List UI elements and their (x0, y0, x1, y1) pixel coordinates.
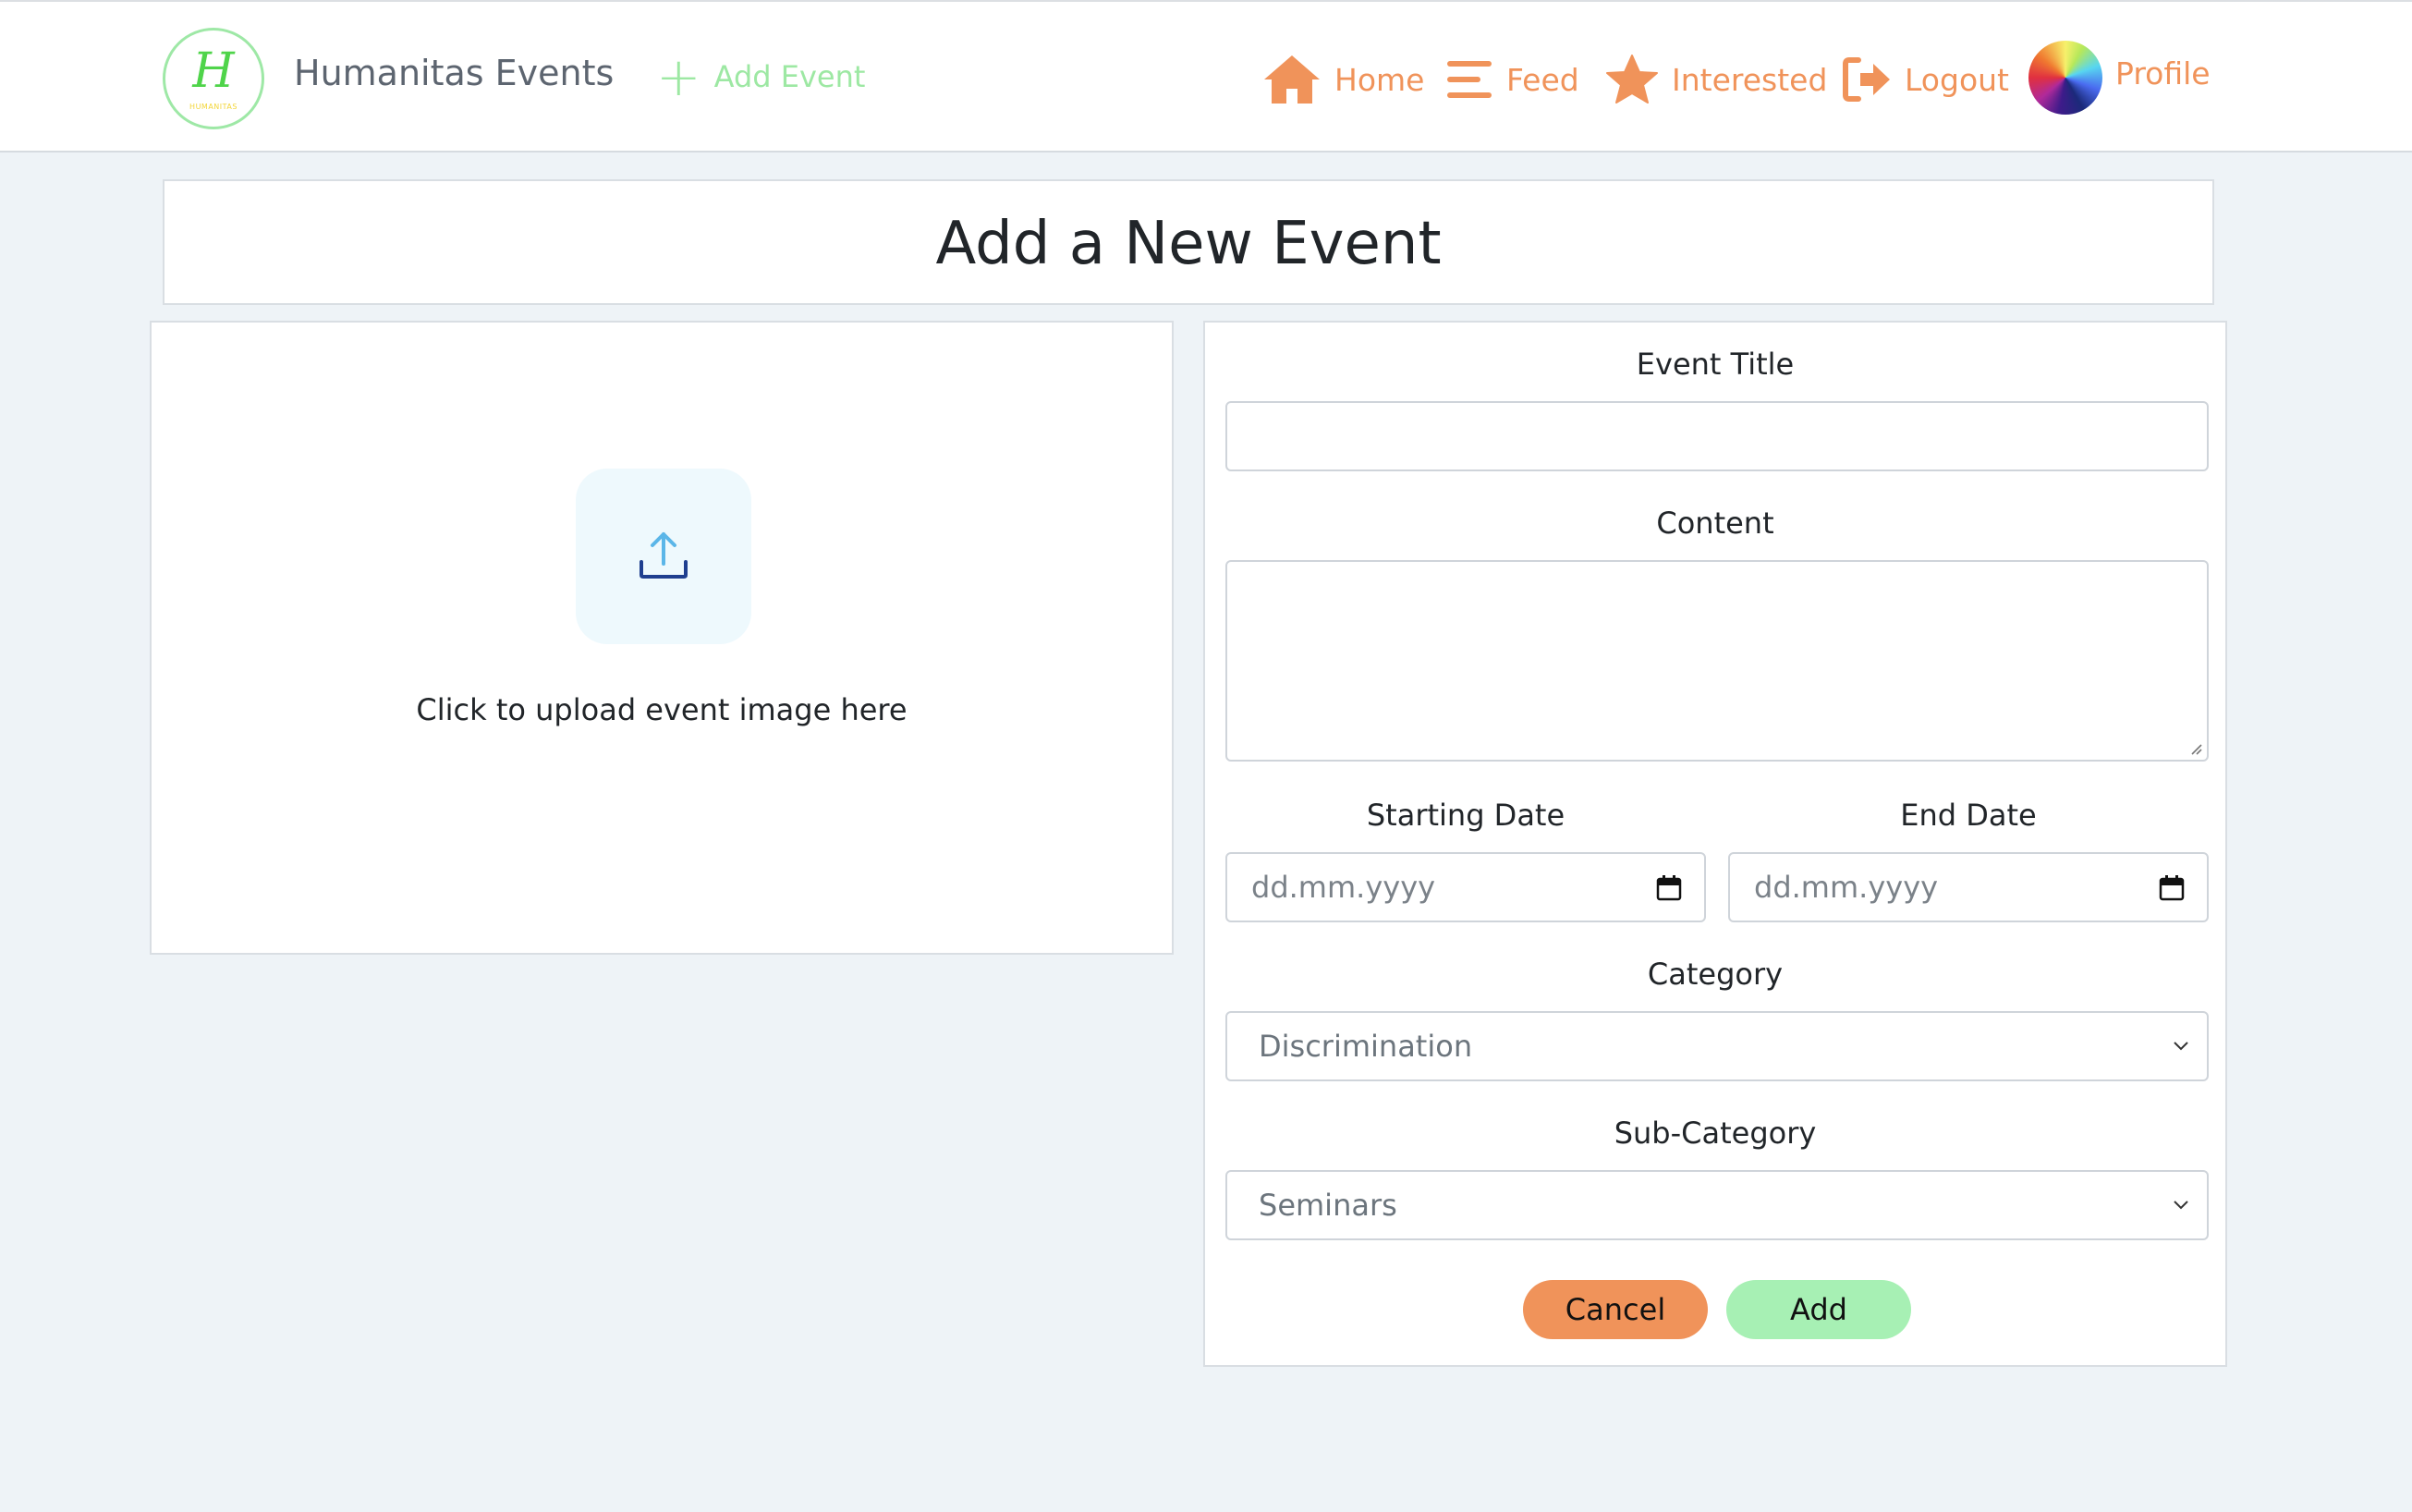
nav-interested[interactable]: Interested (1605, 50, 1827, 109)
plus-icon: + (656, 45, 701, 108)
nav-home-label: Home (1334, 61, 1425, 98)
add-event-label: Add Event (713, 59, 866, 94)
page-title: Add a New Event (935, 210, 1442, 278)
content-textarea[interactable] (1225, 560, 2209, 762)
start-date-input[interactable]: dd.mm.yyyy (1225, 852, 1706, 922)
nav-logout-label: Logout (1905, 61, 2009, 98)
logo-letter: H (192, 43, 235, 99)
resize-grip-icon[interactable] (2188, 741, 2203, 756)
content-label: Content (1656, 506, 1774, 541)
start-date-placeholder: dd.mm.yyyy (1251, 870, 1436, 905)
home-icon (1264, 55, 1320, 104)
chevron-down-icon (2174, 1201, 2188, 1210)
end-date-input[interactable]: dd.mm.yyyy (1728, 852, 2209, 922)
start-date-label: Starting Date (1366, 798, 1565, 833)
brand-name[interactable]: Humanitas Events (294, 53, 614, 93)
upload-instruction: Click to upload event image here (416, 692, 908, 727)
nav-interested-label: Interested (1672, 61, 1828, 98)
calendar-icon[interactable] (2159, 875, 2185, 901)
subcategory-label: Sub-Category (1614, 1116, 1817, 1151)
subcategory-select[interactable]: Seminars (1225, 1170, 2209, 1240)
add-button[interactable]: Add (1726, 1280, 1911, 1339)
brand-logo[interactable]: H HUMANITAS (163, 28, 264, 129)
nav-home[interactable]: Home (1262, 50, 1424, 109)
upload-icon-box[interactable] (576, 469, 751, 644)
calendar-icon[interactable] (1656, 875, 1682, 901)
chevron-down-icon (2174, 1042, 2188, 1051)
upload-icon (640, 532, 688, 579)
event-title-label: Event Title (1636, 347, 1795, 382)
top-navbar: H HUMANITAS Humanitas Events + Add Event… (0, 0, 2412, 152)
category-select[interactable]: Discrimination (1225, 1011, 2209, 1081)
nav-profile[interactable]: Profile (2028, 41, 2211, 115)
nav-profile-label: Profile (2115, 55, 2211, 91)
category-label: Category (1647, 957, 1784, 992)
end-date-placeholder: dd.mm.yyyy (1754, 870, 1939, 905)
star-icon (1606, 55, 1658, 104)
category-value: Discrimination (1259, 1029, 1473, 1064)
logo-small-text: HUMANITAS (189, 103, 238, 111)
logout-icon (1843, 57, 1890, 102)
nav-feed[interactable]: Feed (1445, 50, 1579, 109)
nav-feed-label: Feed (1506, 61, 1579, 98)
event-form: Event Title Content Starting Date dd.mm.… (1203, 321, 2227, 1367)
end-date-label: End Date (1900, 798, 2037, 833)
image-upload-area[interactable]: Click to upload event image here (150, 321, 1174, 955)
event-title-input[interactable] (1225, 401, 2209, 471)
add-event-link[interactable]: + Add Event (656, 45, 866, 108)
page-title-card: Add a New Event (163, 179, 2214, 305)
nav-logout[interactable]: Logout (1842, 50, 2009, 109)
subcategory-value: Seminars (1259, 1188, 1397, 1223)
menu-icon (1447, 61, 1492, 98)
avatar (2028, 41, 2102, 115)
cancel-button[interactable]: Cancel (1523, 1280, 1708, 1339)
